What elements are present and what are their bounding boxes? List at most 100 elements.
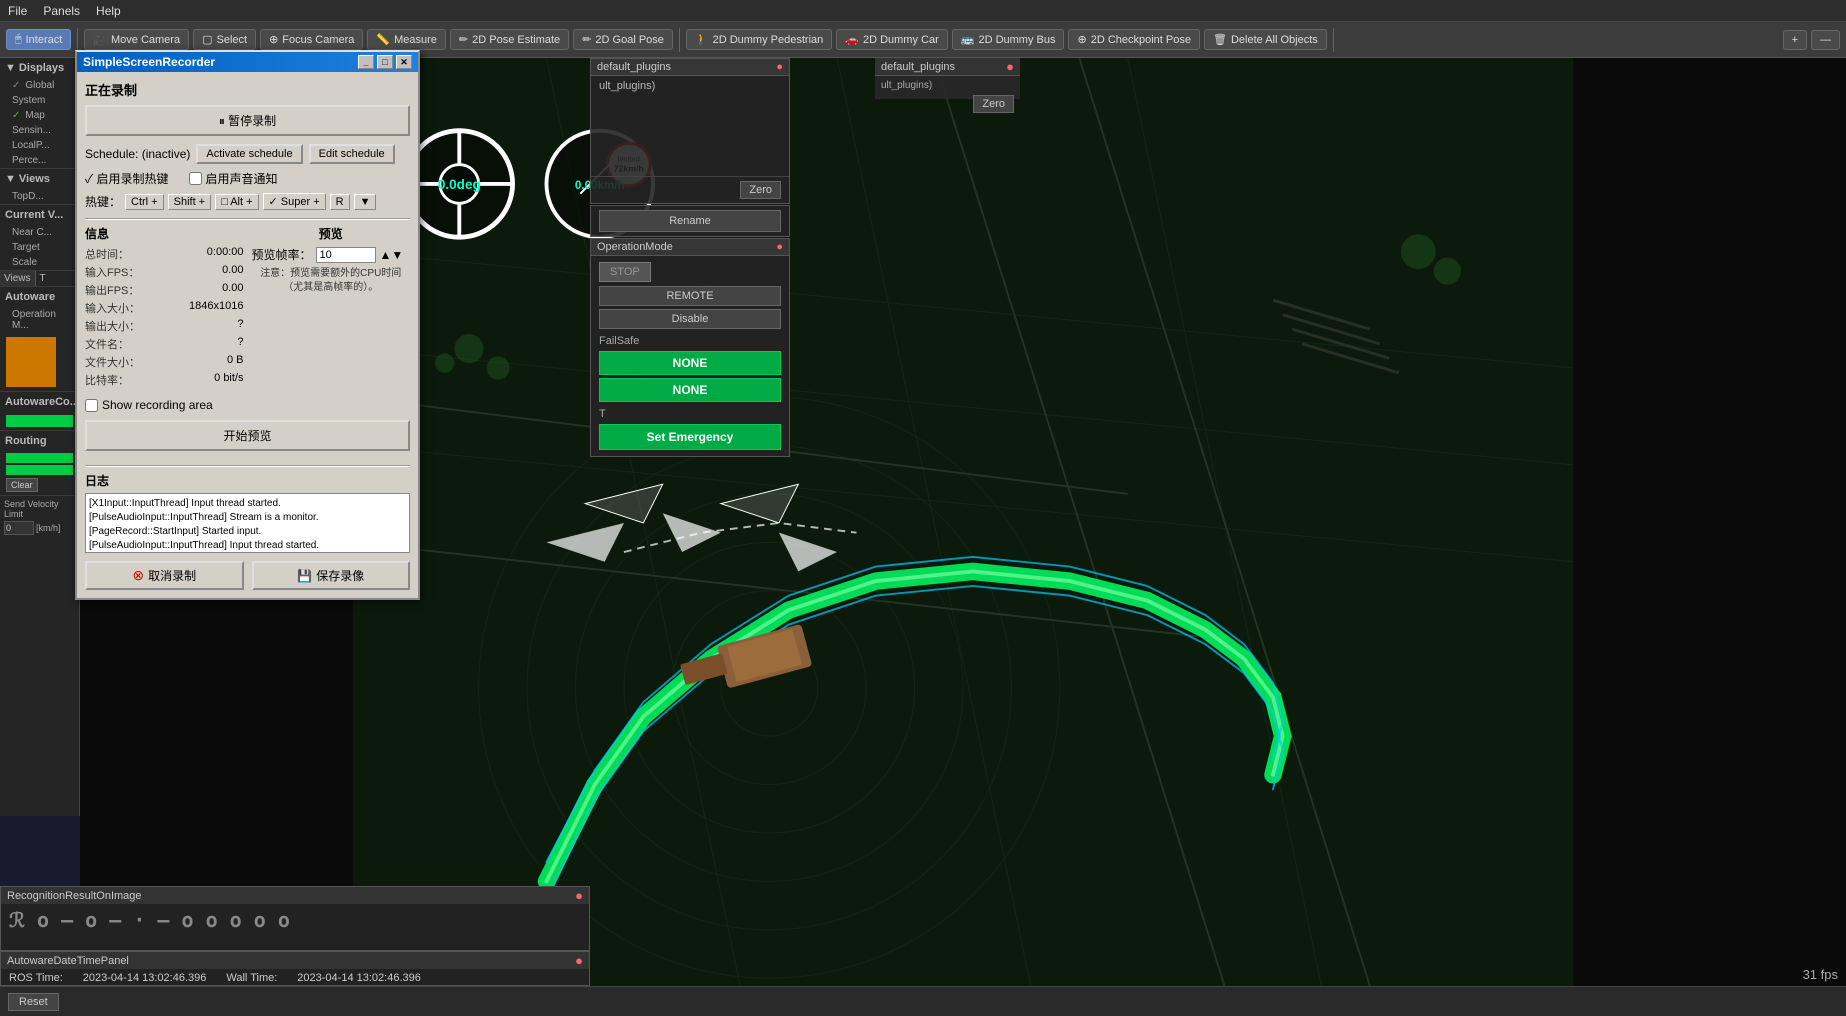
sidebar-item-opmode[interactable]: Operation M... bbox=[0, 307, 79, 333]
zero-button-2[interactable]: Zero bbox=[740, 181, 781, 199]
menu-help[interactable]: Help bbox=[96, 4, 121, 18]
ssr-status: 正在录制 bbox=[85, 80, 410, 99]
remote-button[interactable]: REMOTE bbox=[599, 286, 781, 306]
plugin-scroll-panel: default_plugins ● ult_plugins) Zero bbox=[590, 58, 790, 204]
ssr-fps-input[interactable] bbox=[316, 247, 376, 263]
ssr-log-area[interactable]: [X1Input::InputThread] Input thread star… bbox=[85, 493, 410, 553]
ssr-cancel-button[interactable]: ⊗ 取消录制 bbox=[85, 561, 244, 590]
sidebar-item-scale[interactable]: Scale bbox=[0, 255, 79, 270]
menu-panels[interactable]: Panels bbox=[43, 4, 80, 18]
tab-views[interactable]: Views bbox=[0, 271, 36, 286]
ssr-start-preview-button[interactable]: 开始预览 bbox=[85, 420, 410, 451]
ssr-hotkey-super[interactable]: ✓ Super + bbox=[263, 193, 326, 210]
checkpoint-button[interactable]: ⊕ 2D Checkpoint Pose bbox=[1068, 29, 1200, 50]
datetime-close-icon[interactable]: ● bbox=[575, 954, 583, 967]
menu-file[interactable]: File bbox=[8, 4, 27, 18]
ssr-recording-hotkey-check[interactable]: ✓ 启用录制热键 bbox=[85, 170, 169, 187]
goal-pose-label: 2D Goal Pose bbox=[595, 34, 663, 46]
operation-panel-header: OperationMode ● bbox=[591, 239, 789, 256]
ssr-hotkey-alt[interactable]: □ Alt + bbox=[215, 194, 258, 210]
ssr-edit-schedule-button[interactable]: Edit schedule bbox=[309, 144, 395, 164]
dummy-car-icon: 🚗 bbox=[845, 33, 859, 46]
operation-close[interactable]: ● bbox=[776, 241, 783, 253]
none-button-2[interactable]: NONE bbox=[599, 378, 781, 402]
move-camera-button[interactable]: 🎥 Move Camera bbox=[84, 29, 189, 50]
displays-header[interactable]: ▼ Displays bbox=[0, 58, 79, 78]
ssr-sound-notify-check[interactable]: 启用声音通知 bbox=[189, 170, 278, 187]
plugin-close-icon[interactable]: ● bbox=[1006, 60, 1014, 73]
sidebar-item-near[interactable]: Near C... bbox=[0, 225, 79, 240]
minus-button[interactable]: — bbox=[1811, 30, 1840, 50]
ssr-input-size-label: 输入大小： bbox=[85, 300, 140, 316]
sidebar-item-system[interactable]: System bbox=[0, 93, 79, 108]
autowareco-header[interactable]: AutowareCo... bbox=[0, 392, 79, 412]
sidebar-item-target[interactable]: Target bbox=[0, 240, 79, 255]
ssr-total-time-label: 总时间： bbox=[85, 246, 129, 262]
tab-t[interactable]: T bbox=[36, 271, 50, 286]
set-emergency-button[interactable]: Set Emergency bbox=[599, 424, 781, 450]
autoware-header[interactable]: Autoware bbox=[0, 287, 79, 307]
select-button[interactable]: ▢ Select bbox=[193, 29, 256, 50]
sidebar-item-localp[interactable]: LocalP... bbox=[0, 138, 79, 153]
ssr-minimize-button[interactable]: _ bbox=[358, 55, 374, 69]
views-header[interactable]: ▼ Views bbox=[0, 169, 79, 189]
ssr-info: 信息 总时间： 0:00:00 输入FPS： 0.00 输出FPS： 0.00 … bbox=[85, 225, 244, 390]
interact-button[interactable]: 🖱 Interact bbox=[6, 29, 71, 50]
wall-time-value: 2023-04-14 13:02:46.396 bbox=[297, 972, 421, 984]
ssr-log-entry-3: [PulseAudioInput::InputThread] Input thr… bbox=[89, 539, 406, 553]
datetime-panel: AutowareDateTimePanel ● ROS Time: 2023-0… bbox=[0, 951, 590, 986]
ssr-hotkey-shift[interactable]: Shift + bbox=[168, 194, 212, 210]
ssr-close-button[interactable]: ✕ bbox=[396, 55, 412, 69]
plugin-scroll-body[interactable]: ult_plugins) bbox=[591, 76, 789, 176]
clear-button[interactable]: Clear bbox=[6, 478, 38, 492]
ssr-activate-schedule-button[interactable]: Activate schedule bbox=[196, 144, 302, 164]
ssr-titlebar[interactable]: SimpleScreenRecorder _ □ ✕ bbox=[77, 52, 418, 72]
displays-section: ▼ Displays Global System Map Sensin... L… bbox=[0, 58, 79, 169]
focus-camera-button[interactable]: ⊕ Focus Camera bbox=[260, 29, 363, 50]
ssr-log-entry-0: [X1Input::InputThread] Input thread star… bbox=[89, 497, 406, 511]
plus-button[interactable]: + bbox=[1783, 30, 1807, 50]
ssr-divider-2 bbox=[85, 465, 410, 466]
sidebar-item-perce[interactable]: Perce... bbox=[0, 153, 79, 168]
sidebar: ▼ Displays Global System Map Sensin... L… bbox=[0, 58, 80, 816]
sidebar-item-topd[interactable]: TopD... bbox=[0, 189, 79, 204]
dummy-bus-button[interactable]: 🚌 2D Dummy Bus bbox=[952, 29, 1065, 50]
delete-all-icon: 🗑 bbox=[1213, 33, 1227, 46]
sidebar-item-map[interactable]: Map bbox=[0, 108, 79, 123]
none-button-1[interactable]: NONE bbox=[599, 351, 781, 375]
current-v-header[interactable]: Current V... bbox=[0, 205, 79, 225]
reset-button[interactable]: Reset bbox=[8, 993, 59, 1011]
velocity-input[interactable] bbox=[4, 521, 34, 535]
routing-header[interactable]: Routing bbox=[0, 431, 79, 451]
ssr-show-area[interactable]: Show recording area bbox=[85, 398, 410, 412]
ssr-show-area-checkbox[interactable] bbox=[85, 399, 98, 412]
views-section: ▼ Views TopD... bbox=[0, 169, 79, 205]
near-label: Near C... bbox=[12, 227, 52, 238]
datetime-panel-body: ROS Time: 2023-04-14 13:02:46.396 Wall T… bbox=[1, 969, 589, 987]
pose-estimate-button[interactable]: ✏ 2D Pose Estimate bbox=[450, 29, 569, 50]
disable-button[interactable]: Disable bbox=[599, 309, 781, 329]
delete-all-button[interactable]: 🗑 Delete All Objects bbox=[1204, 29, 1327, 50]
zero-button[interactable]: Zero bbox=[973, 95, 1014, 113]
dummy-car-button[interactable]: 🚗 2D Dummy Car bbox=[836, 29, 948, 50]
ssr-maximize-button[interactable]: □ bbox=[377, 55, 393, 69]
sidebar-perce-label: Perce... bbox=[12, 155, 46, 166]
ssr-hotkey-dropdown[interactable]: ▼ bbox=[354, 194, 377, 210]
rename-button[interactable]: Rename bbox=[599, 210, 781, 232]
measure-button[interactable]: 📏 Measure bbox=[367, 29, 446, 50]
ssr-save-button[interactable]: 💾 保存录像 bbox=[252, 561, 411, 590]
ssr-save-icon: 💾 bbox=[297, 569, 312, 583]
ssr-pause-button[interactable]: ⏸ 暂停录制 bbox=[85, 105, 410, 136]
ssr-hotkey-key[interactable]: R bbox=[330, 194, 350, 210]
ssr-sound-checkbox[interactable] bbox=[189, 172, 202, 185]
recognition-close-icon[interactable]: ● bbox=[575, 889, 583, 902]
datetime-panel-header: AutowareDateTimePanel ● bbox=[1, 952, 589, 969]
ssr-hotkey-ctrl[interactable]: Ctrl + bbox=[125, 194, 164, 210]
dummy-ped-button[interactable]: 🚶 2D Dummy Pedestrian bbox=[686, 29, 832, 50]
sidebar-item-sensing[interactable]: Sensin... bbox=[0, 123, 79, 138]
plugin-scroll-close[interactable]: ● bbox=[776, 61, 783, 73]
sidebar-item-global[interactable]: Global bbox=[0, 78, 79, 93]
ssr-fps-spinner[interactable]: ▲▼ bbox=[380, 248, 404, 262]
goal-pose-button[interactable]: ✏ 2D Goal Pose bbox=[573, 29, 673, 50]
dummy-ped-icon: 🚶 bbox=[695, 33, 709, 46]
